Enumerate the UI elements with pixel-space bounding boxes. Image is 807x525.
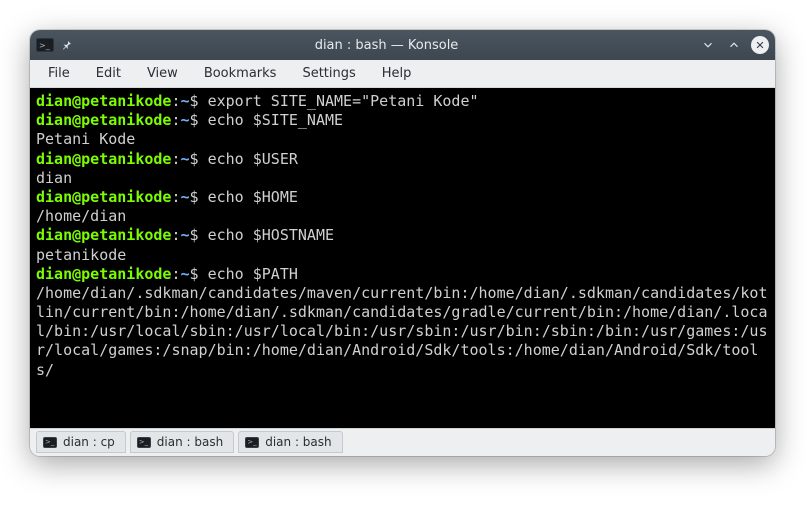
pin-icon[interactable]: [60, 38, 74, 52]
konsole-window: >_ dian : bash — Konsole File Edit View …: [30, 30, 775, 456]
prompt-user-host: dian@petanikode: [36, 265, 171, 283]
prompt-user-host: dian@petanikode: [36, 111, 171, 129]
session-tab[interactable]: >_ dian : bash: [130, 431, 234, 453]
prompt-dollar: $: [190, 188, 208, 206]
titlebar[interactable]: >_ dian : bash — Konsole: [30, 30, 775, 60]
terminal-line: dian@petanikode:~$ export SITE_NAME="Pet…: [36, 92, 769, 111]
minimize-button[interactable]: [699, 36, 717, 54]
command-text: export SITE_NAME="Petani Kode": [208, 92, 479, 110]
app-icon: >_: [36, 38, 54, 52]
menu-view[interactable]: View: [135, 62, 190, 85]
command-text: echo $SITE_NAME: [208, 111, 343, 129]
terminal-viewport[interactable]: dian@petanikode:~$ export SITE_NAME="Pet…: [30, 88, 775, 428]
prompt-path: ~: [181, 92, 190, 110]
output-text: /home/dian: [36, 207, 126, 225]
menu-bookmarks[interactable]: Bookmarks: [192, 62, 289, 85]
output-text: Petani Kode: [36, 130, 135, 148]
menubar: File Edit View Bookmarks Settings Help: [30, 60, 775, 88]
prompt-path: ~: [181, 265, 190, 283]
session-tab[interactable]: >_ dian : bash: [238, 431, 342, 453]
menu-help[interactable]: Help: [370, 62, 424, 85]
session-tab[interactable]: >_ dian : cp: [36, 431, 126, 453]
terminal-line: dian@petanikode:~$ echo $HOSTNAME: [36, 226, 769, 245]
menu-edit[interactable]: Edit: [84, 62, 133, 85]
prompt-colon: :: [171, 226, 180, 244]
prompt-colon: :: [171, 92, 180, 110]
tab-bar: >_ dian : cp >_ dian : bash >_ dian : bash: [30, 428, 775, 456]
terminal-line: dian@petanikode:~$ echo $PATH: [36, 265, 769, 284]
terminal-line: dian@petanikode:~$ echo $SITE_NAME: [36, 111, 769, 130]
menu-file[interactable]: File: [36, 62, 82, 85]
prompt-user-host: dian@petanikode: [36, 92, 171, 110]
maximize-button[interactable]: [725, 36, 743, 54]
output-text: petanikode: [36, 246, 126, 264]
prompt-user-host: dian@petanikode: [36, 150, 171, 168]
prompt-path: ~: [181, 226, 190, 244]
prompt-path: ~: [181, 150, 190, 168]
tab-label: dian : bash: [265, 435, 331, 449]
prompt-user-host: dian@petanikode: [36, 226, 171, 244]
prompt-user-host: dian@petanikode: [36, 188, 171, 206]
prompt-dollar: $: [190, 111, 208, 129]
tab-label: dian : bash: [157, 435, 223, 449]
titlebar-left: >_: [36, 38, 74, 52]
prompt-colon: :: [171, 265, 180, 283]
prompt-colon: :: [171, 111, 180, 129]
close-button[interactable]: [751, 36, 769, 54]
output-text: dian: [36, 169, 72, 187]
window-title: dian : bash — Konsole: [74, 38, 699, 53]
output-text: /home/dian/.sdkman/candidates/maven/curr…: [36, 284, 768, 379]
menu-settings[interactable]: Settings: [290, 62, 367, 85]
tab-label: dian : cp: [63, 435, 115, 449]
terminal-line: dian: [36, 169, 769, 188]
terminal-line: /home/dian/.sdkman/candidates/maven/curr…: [36, 284, 769, 380]
terminal-line: dian@petanikode:~$ echo $USER: [36, 150, 769, 169]
prompt-path: ~: [181, 111, 190, 129]
terminal-icon: >_: [43, 437, 57, 448]
prompt-dollar: $: [190, 265, 208, 283]
terminal-line: petanikode: [36, 246, 769, 265]
prompt-colon: :: [171, 150, 180, 168]
prompt-dollar: $: [190, 150, 208, 168]
prompt-dollar: $: [190, 92, 208, 110]
command-text: echo $HOSTNAME: [208, 226, 334, 244]
prompt-dollar: $: [190, 226, 208, 244]
command-text: echo $HOME: [208, 188, 298, 206]
terminal-icon: >_: [245, 437, 259, 448]
terminal-icon: >_: [137, 437, 151, 448]
command-text: echo $USER: [208, 150, 298, 168]
terminal-line: dian@petanikode:~$ echo $HOME: [36, 188, 769, 207]
prompt-path: ~: [181, 188, 190, 206]
terminal-line: Petani Kode: [36, 130, 769, 149]
prompt-colon: :: [171, 188, 180, 206]
terminal-line: /home/dian: [36, 207, 769, 226]
command-text: echo $PATH: [208, 265, 298, 283]
window-controls: [699, 36, 769, 54]
